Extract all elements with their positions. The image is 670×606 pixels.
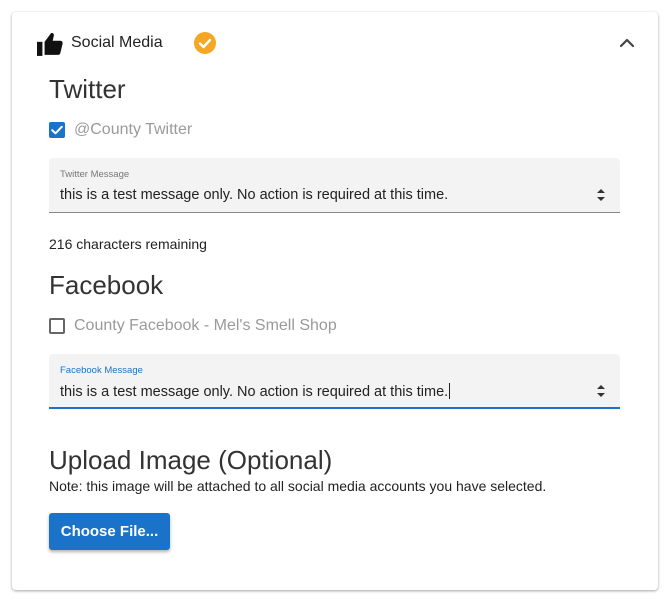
twitter-account-label: @County Twitter (74, 121, 193, 138)
check-circle-icon (194, 32, 216, 54)
select-arrows-icon[interactable] (596, 187, 606, 203)
twitter-account-checkbox[interactable]: @County Twitter (48, 120, 348, 142)
facebook-message-label: Facebook Message (60, 365, 143, 376)
facebook-message-text: this is a test message only. No action i… (60, 384, 449, 400)
facebook-title: Facebook (49, 270, 164, 300)
text-caret (449, 383, 451, 399)
twitter-message-label: Twitter Message (60, 169, 130, 180)
checkbox-checked-icon[interactable] (49, 122, 65, 138)
twitter-title: Twitter (49, 74, 126, 104)
choose-file-button[interactable]: Choose File... (49, 513, 170, 550)
upload-image-note: Note: this image will be attached to all… (49, 478, 547, 494)
facebook-message-field[interactable]: Facebook Message this is a test message … (49, 354, 620, 409)
twitter-message-field[interactable]: Twitter Message this is a test message o… (49, 158, 620, 213)
facebook-message-value[interactable]: this is a test message only. No action i… (60, 383, 451, 400)
twitter-characters-remaining: 216 characters remaining (49, 236, 207, 252)
chevron-up-icon[interactable] (619, 37, 635, 49)
twitter-message-value[interactable]: this is a test message only. No action i… (60, 187, 448, 203)
upload-image-title: Upload Image (Optional) (49, 445, 333, 475)
social-media-card: Social Media Twitter @County Twitter Twi… (12, 12, 658, 590)
select-arrows-icon[interactable] (596, 383, 606, 399)
social-media-header[interactable]: Social Media (12, 12, 658, 74)
facebook-account-checkbox[interactable]: County Facebook - Mel's Smell Shop (48, 316, 378, 338)
facebook-account-label: County Facebook - Mel's Smell Shop (74, 317, 337, 334)
section-title: Social Media (71, 34, 163, 51)
thumbs-up-icon (37, 33, 63, 56)
checkbox-unchecked-icon[interactable] (49, 318, 65, 334)
